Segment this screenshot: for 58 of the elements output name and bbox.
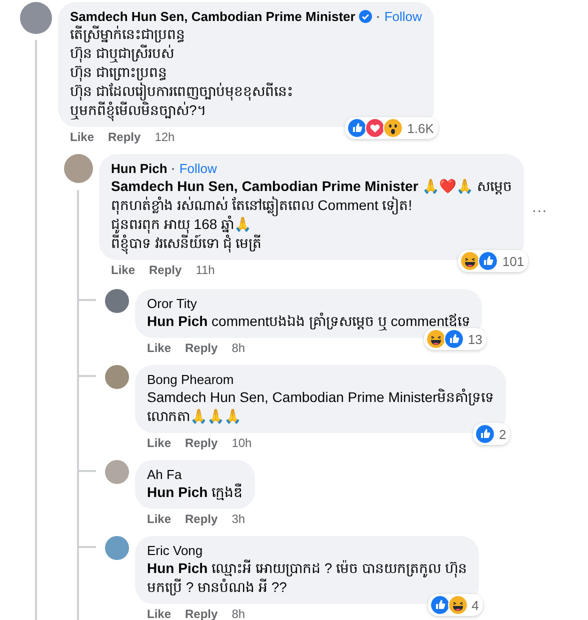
comment-text: Hun Pich commentបងឯង គ្រាំទ្រសម្ដេច ឬ commentឪទេ [147, 312, 470, 331]
author-name[interactable]: Eric Vong [147, 542, 203, 559]
like-icon [475, 424, 496, 444]
comment-action-link[interactable]: Like [111, 263, 136, 281]
timestamp[interactable]: 11h [196, 263, 215, 281]
author-name[interactable]: Bong Phearom [147, 371, 234, 388]
timestamp[interactable]: 8h [232, 607, 246, 620]
comment-text: Hun Pich ក្មេងឌឺ [147, 483, 243, 502]
author-name[interactable]: Samdech Hun Sen, Cambodian Prime Minister [70, 8, 356, 25]
author-name[interactable]: Hun Pich [111, 160, 168, 177]
avatar[interactable] [105, 460, 129, 484]
avatar[interactable] [105, 289, 129, 313]
follow-link[interactable]: Follow [179, 160, 217, 177]
more-options[interactable]: ... [532, 198, 548, 216]
avatar[interactable] [20, 2, 52, 34]
author-name[interactable]: Ah Fa [147, 466, 182, 483]
reaction-summary[interactable]: 13 [424, 328, 486, 350]
reaction-summary[interactable]: 4 [428, 594, 483, 616]
reaction-count: 2 [498, 426, 506, 442]
like-icon [478, 251, 498, 271]
avatar[interactable] [105, 536, 129, 560]
comment-action-link[interactable]: Like [147, 436, 172, 454]
like-icon [347, 118, 368, 138]
comment-action-link[interactable]: Reply [185, 436, 218, 454]
comment-text: តើស្រីម្នាក់នេះជាប្រពន្ធ ហ៊ុន ជាឬជាស្រីរបស់ ហ៊ុន ជាព្រោះប្រពន្ធ ហ៊ុន ជាដែលរៀបការពេញច្បាប់មុខខុសពីនេះ ឬមកពីខ្ញុំមើលមិនច្បាស់?។ [70, 25, 422, 120]
avatar[interactable] [105, 365, 129, 389]
comment-text: Samdech Hun Sen, Cambodian Prime Minister 🙏❤🙏 សម្ដេច ពុកហត់ខ្លាំង រស់ណាស់ តែនៅឆ្លៀតពេល Comment ទៀត! ជូនពរពុក អាយុ 168 ឆ្នាំ🙏 ពីខ្ញុំបាទ វរសេនីយ៍ទោ ជុំ មេត្រី [111, 177, 512, 253]
laughing-face-icon [460, 251, 480, 271]
reaction-count: 1.6K [406, 120, 434, 136]
reaction-count: 4 [470, 598, 479, 612]
comment-text: Hun Pich ឈ្មោះអី អោយប្រាកដ ? ម៉េច បានយកត្រកូល ហ៊ុន មកប្រើ ? មានបំណង អី ?? [147, 559, 467, 597]
like-icon [444, 329, 464, 349]
comment-action-link[interactable]: Reply [185, 341, 218, 359]
laughing-face-icon [426, 329, 446, 349]
comment-action-link[interactable]: Like [147, 341, 172, 359]
comment-action-link[interactable]: Like [147, 607, 172, 620]
timestamp[interactable]: 3h [232, 512, 246, 530]
comment-action-link[interactable]: Like [147, 512, 172, 530]
like-icon [430, 595, 450, 615]
timestamp[interactable]: 10h [232, 436, 252, 454]
comment-action-link[interactable]: Reply [108, 130, 141, 148]
follow-link[interactable]: Follow [384, 8, 422, 25]
timestamp[interactable]: 8h [232, 341, 246, 359]
laughing-face-icon [448, 595, 468, 615]
comment-text: Samdech Hun Sen, Cambodian Prime Ministerមិនគាំទ្រទេ លោកតា🙏🙏🙏 [147, 388, 494, 426]
reaction-summary[interactable]: 1.6K [345, 117, 438, 139]
avatar[interactable] [64, 154, 93, 183]
reaction-summary[interactable]: 2 [473, 423, 510, 445]
comment-action-link[interactable]: Like [70, 130, 94, 148]
reaction-count: 13 [466, 332, 482, 346]
comment-action-link[interactable]: Reply [149, 263, 182, 281]
reaction-summary[interactable]: 101 [458, 250, 528, 272]
heart-icon [365, 118, 386, 138]
reaction-count: 101 [501, 254, 524, 268]
author-name[interactable]: Oror Tity [147, 295, 197, 312]
timestamp[interactable]: 12h [154, 130, 175, 148]
surprised-face-icon [383, 118, 404, 138]
comment-action-link[interactable]: Reply [185, 512, 218, 530]
